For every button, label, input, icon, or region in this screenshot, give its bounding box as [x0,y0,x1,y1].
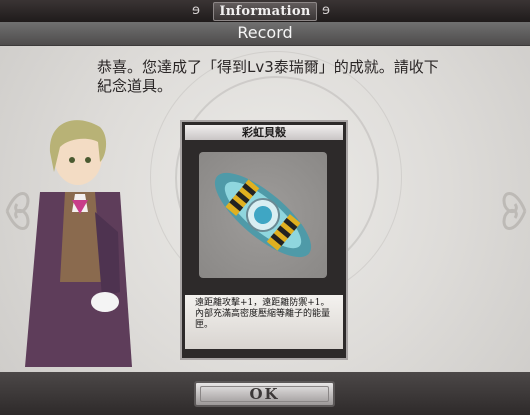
achievement-message: 恭喜。您達成了「得到Lv3泰瑞爾」的成就。請收下 紀念道具。 [97,58,507,96]
flourish-right-icon [502,192,527,230]
main-panel: 恭喜。您達成了「得到Lv3泰瑞爾」的成就。請收下 紀念道具。 彩虹貝殼 遠距離攻… [0,46,530,372]
record-label: Record [237,23,293,42]
title-plate: Information [213,2,317,21]
ok-button-label: OK [249,385,280,403]
item-description: 遠距離攻擊+1，遠距離防禦+1。內部充滿高密度壓縮等離子的能量匣。 [185,295,343,349]
item-card: 彩虹貝殼 遠距離攻擊+1，遠距離防禦+1。內部充滿高密度壓縮等離子的能量匣。 [180,120,348,360]
character-portrait-icon [25,120,132,367]
message-line-2: 紀念道具。 [97,77,173,95]
item-art [199,152,327,278]
title-bar: ɘ Information ɘ [0,0,530,22]
record-bar: Record [0,22,530,46]
message-line-1: 恭喜。您達成了「得到Lv3泰瑞爾」的成就。請收下 [97,58,439,76]
item-name: 彩虹貝殼 [185,125,343,140]
window-title: Information [219,4,311,19]
ok-button[interactable]: OK [194,381,335,407]
ornament-right-icon: ɘ [322,3,330,18]
ornament-left-icon: ɘ [192,3,200,18]
rainbow-shell-capsule-icon [214,172,312,258]
